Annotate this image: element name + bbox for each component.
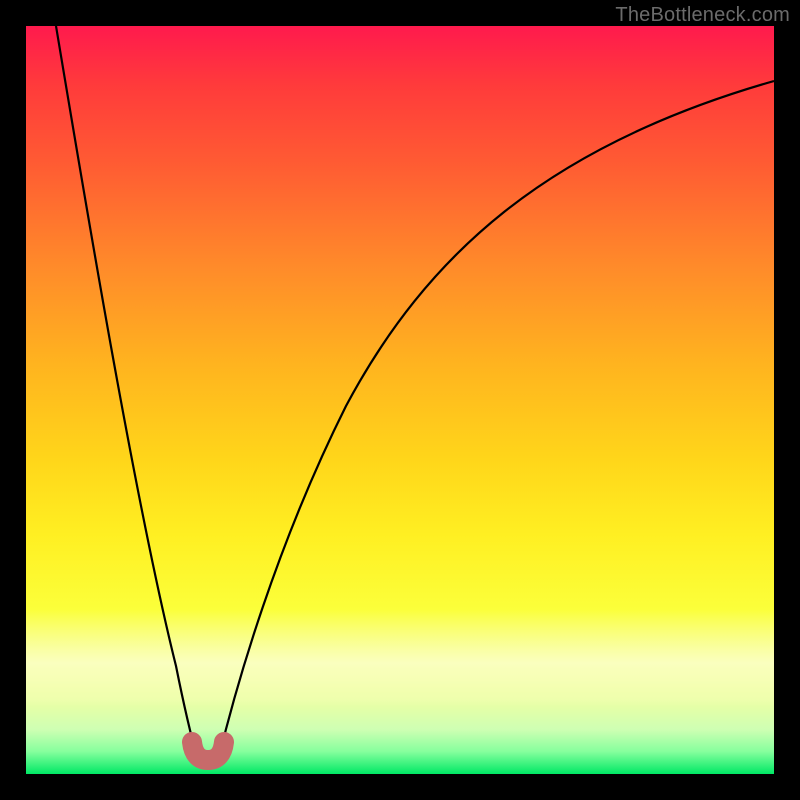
watermark-text: TheBottleneck.com	[615, 4, 790, 27]
bottleneck-curve-left	[56, 26, 198, 761]
plot-area	[26, 26, 774, 774]
curve-layer	[26, 26, 774, 774]
dip-marker-icon	[192, 742, 224, 760]
bottleneck-curve-right	[218, 81, 774, 761]
outer-frame: TheBottleneck.com	[0, 0, 800, 800]
